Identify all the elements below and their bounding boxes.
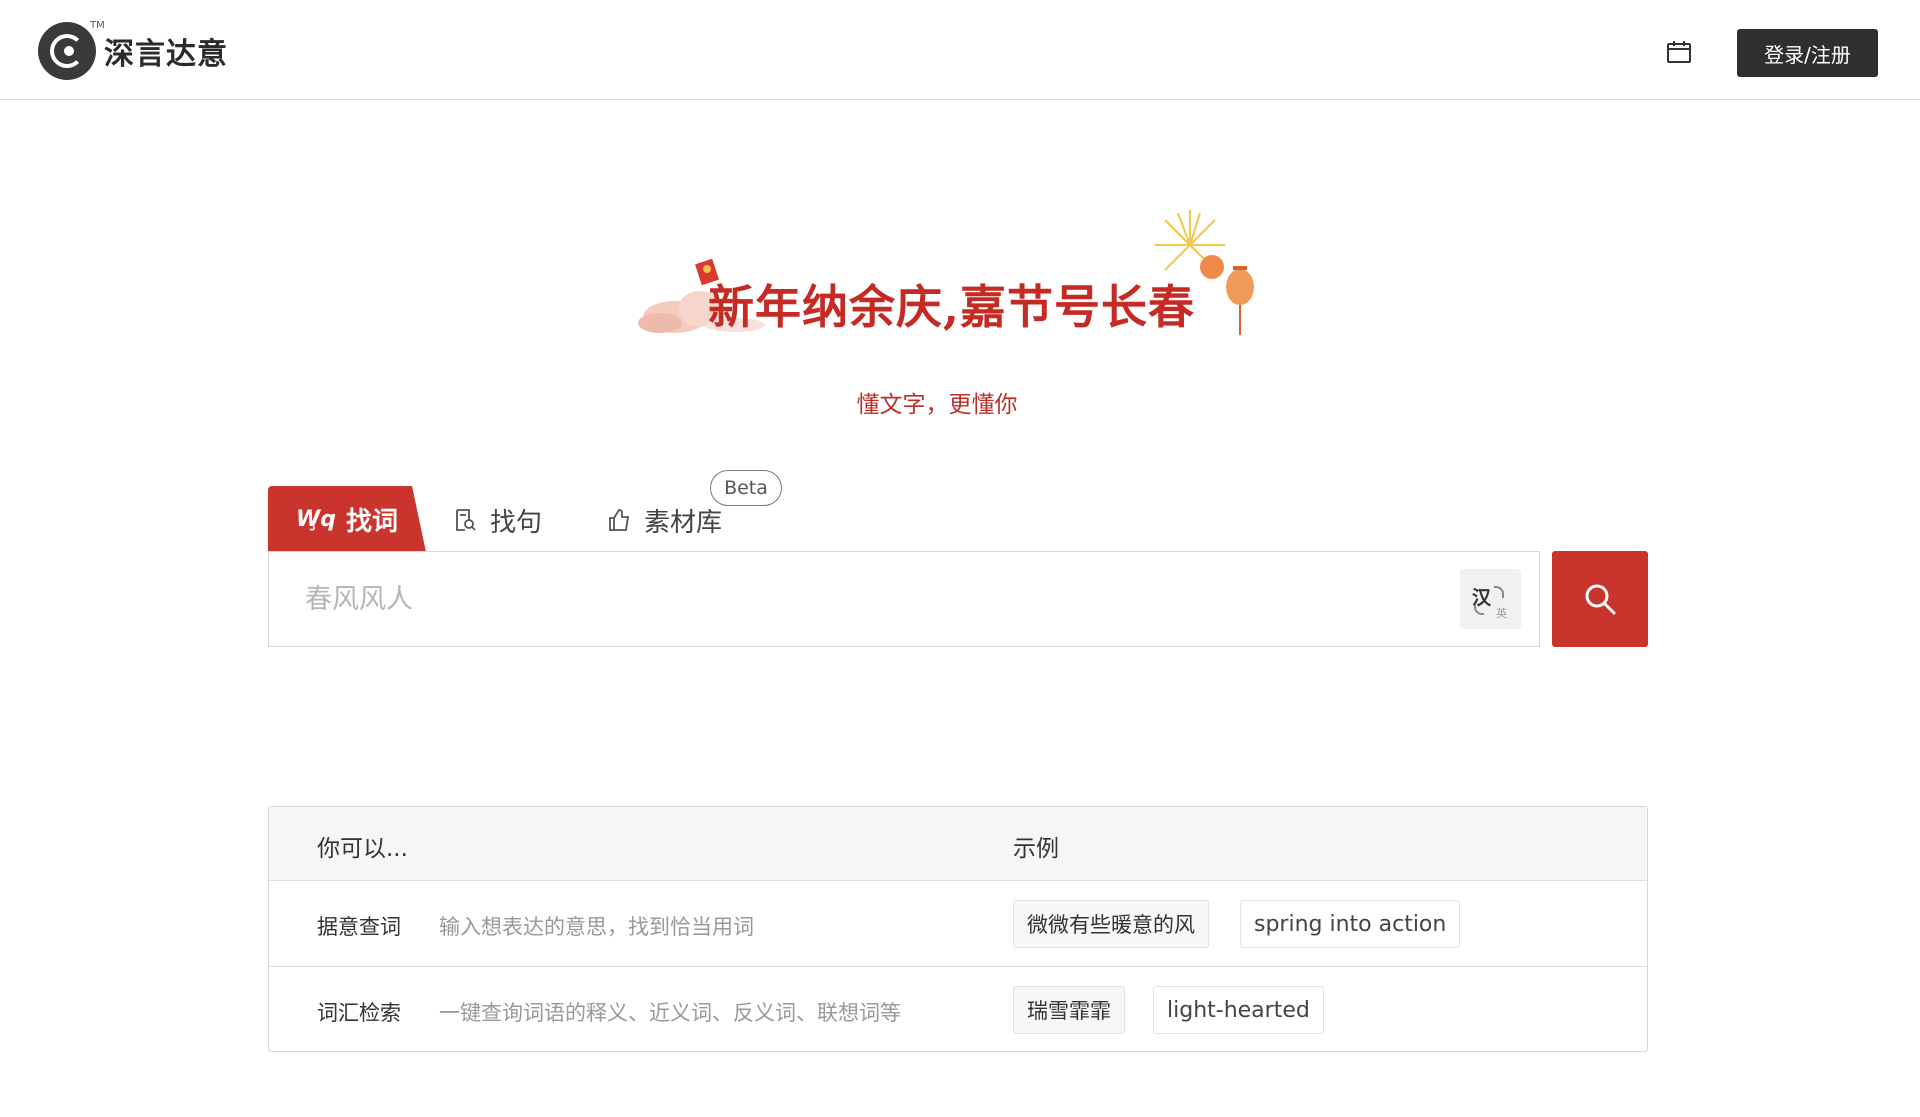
wq-logo-icon: W̧q: [295, 506, 336, 532]
logo-text: 深言达意: [104, 37, 228, 72]
example-chip[interactable]: 微微有些暖意的风: [1013, 900, 1209, 948]
login-register-button[interactable]: 登录/注册: [1737, 29, 1878, 77]
header-you-can: 你可以...: [317, 836, 408, 862]
site-logo[interactable]: TM 深言达意: [38, 20, 228, 80]
swap-arrow-icon: [1494, 586, 1504, 598]
tab-find-word-label: 找词: [346, 506, 399, 537]
header-examples: 示例: [1013, 836, 1059, 862]
festive-banner: 新年纳余庆,嘉节号长春: [630, 205, 1260, 345]
tab-material-label: 素材库: [644, 507, 723, 538]
lang-en-label: 英: [1496, 607, 1507, 620]
beta-badge: Beta: [710, 470, 782, 506]
calendar-icon[interactable]: [1666, 40, 1692, 64]
logo-mark-icon: [38, 22, 96, 80]
search-box: 汉 英: [268, 551, 1540, 647]
search-button[interactable]: [1552, 551, 1648, 647]
example-chip[interactable]: light-hearted: [1153, 986, 1324, 1034]
feature-name: 词汇检索: [317, 1001, 401, 1025]
tab-material-library[interactable]: 素材库: [608, 500, 722, 540]
feature-table: 你可以... 示例 据意查词 输入想表达的意思，找到恰当用词 微微有些暖意的风 …: [268, 806, 1648, 1052]
tagline: 懂文字，更懂你: [856, 392, 1018, 418]
feature-name: 据意查词: [317, 915, 401, 939]
search-mode-tabs: W̧q 找词 找句 素材库 Beta: [268, 470, 968, 552]
tab-find-word[interactable]: W̧q 找词: [268, 486, 426, 552]
example-chip[interactable]: spring into action: [1240, 900, 1461, 948]
table-row: 据意查词 输入想表达的意思，找到恰当用词 微微有些暖意的风 spring int…: [269, 881, 1647, 967]
thumb-icon: [609, 509, 630, 531]
table-row: 词汇检索 一键查询词语的释义、近义词、反义词、联想词等 瑞雪霏霏 light-h…: [269, 967, 1647, 1053]
table-header: 你可以... 示例: [269, 807, 1647, 881]
tab-find-sentence-label: 找句: [490, 507, 543, 538]
document-search-icon: [456, 509, 476, 531]
language-toggle-button[interactable]: 汉 英: [1460, 569, 1521, 629]
tab-find-sentence[interactable]: 找句: [454, 500, 542, 540]
trademark-mark: TM: [90, 20, 105, 31]
top-header: TM 深言达意 登录/注册: [0, 0, 1920, 100]
example-chip[interactable]: 瑞雪霏霏: [1013, 986, 1125, 1034]
swap-arrow-icon-lower: [1474, 605, 1484, 615]
feature-description: 输入想表达的意思，找到恰当用词: [439, 915, 754, 939]
banner-title: 新年纳余庆,嘉节号长春: [708, 280, 1196, 334]
feature-description: 一键查询词语的释义、近义词、反义词、联想词等: [439, 1001, 901, 1025]
search-icon: [1585, 584, 1616, 615]
search-input[interactable]: [269, 552, 1449, 646]
